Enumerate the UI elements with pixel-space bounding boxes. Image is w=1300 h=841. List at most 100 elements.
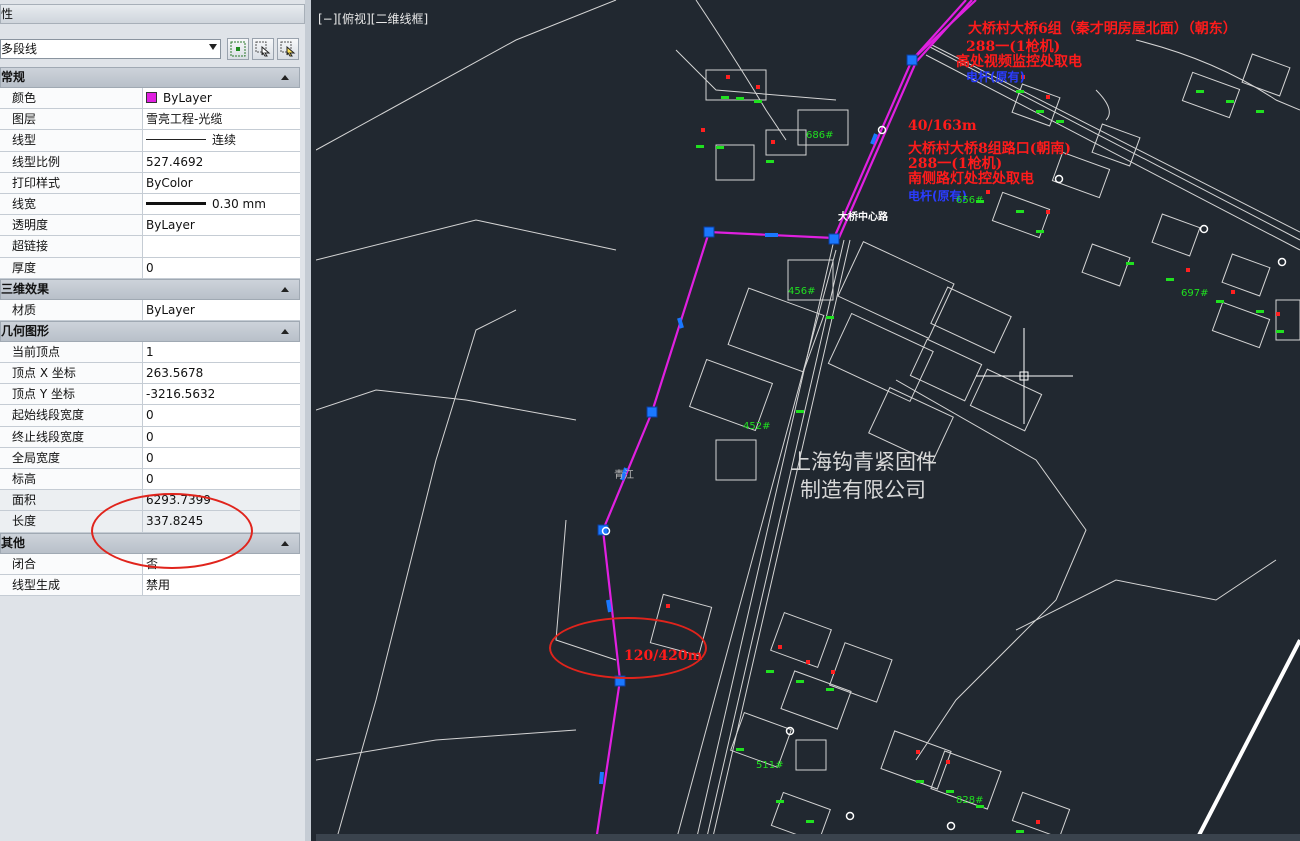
property-name: 线宽 (0, 193, 143, 215)
object-type-dropdown[interactable]: 多段线 (0, 39, 221, 59)
company-name-line1: 上海钩青紧固件 (790, 450, 937, 474)
property-name: 线型生成 (0, 574, 143, 595)
drawing-viewport[interactable]: [−][俯视][二维线框] 上海钩青紧固件 制造有限公司 大桥村大桥6组（秦才明… (316, 0, 1300, 841)
property-row[interactable]: 顶点 Y 坐标 -3216.5632 (0, 384, 300, 406)
property-name: 线型 (0, 130, 143, 151)
property-value-text: ByLayer (146, 218, 195, 233)
select-objects-button[interactable] (252, 38, 274, 60)
property-row[interactable]: 标高 0 (0, 469, 300, 491)
viewport-controls-label[interactable]: [−][俯视][二维线框] (318, 10, 428, 27)
quick-select-button[interactable] (227, 38, 249, 60)
drawing-canvas[interactable] (316, 0, 1300, 841)
property-value[interactable]: 0.30 mm (143, 194, 300, 214)
property-value[interactable]: 连续 (143, 130, 300, 150)
collapse-arrow-icon[interactable] (281, 328, 289, 334)
property-row[interactable]: 透明度 ByLayer (0, 215, 300, 237)
property-name: 材质 (0, 299, 143, 320)
property-value-text: ByLayer (163, 91, 212, 105)
property-value[interactable]: ByColor (143, 173, 300, 193)
property-name: 起始线段宽度 (0, 405, 143, 426)
property-value-text: 527.4692 (146, 154, 204, 169)
property-name: 当前顶点 (0, 341, 143, 363)
property-row[interactable]: 打印样式 ByColor (0, 172, 300, 194)
property-value[interactable]: 禁用 (143, 575, 300, 595)
property-name: 线型比例 (0, 151, 143, 172)
linetype-sample-icon (146, 139, 206, 141)
collapse-arrow-icon[interactable] (281, 540, 289, 546)
property-row[interactable]: 终止线段宽度 0 (0, 426, 300, 448)
property-value-text: 雪亮工程-光缆 (146, 112, 223, 127)
annotation-red-label: 40/163m (908, 118, 977, 134)
road-name-label: 大桥中心路 (838, 212, 888, 223)
property-row[interactable]: 厚度 0 (0, 257, 300, 279)
property-name: 顶点 Y 坐标 (0, 384, 143, 405)
category-label: 几何图形 (1, 323, 50, 338)
property-value-text: 0 (146, 260, 154, 275)
property-value-text: 0 (146, 408, 154, 423)
category-label: 其他 (1, 535, 26, 550)
property-row[interactable]: 线型 连续 (0, 130, 300, 152)
property-name: 全局宽度 (0, 447, 143, 468)
company-name-line2: 制造有限公司 (800, 478, 926, 502)
property-name: 终止线段宽度 (0, 426, 143, 447)
property-value[interactable]: 1 (143, 342, 300, 362)
annotation-red-label: 南侧路灯处控处取电 (908, 171, 1034, 187)
property-value[interactable]: 雪亮工程-光缆 (143, 109, 300, 129)
property-value[interactable]: -3216.5632 (143, 384, 300, 404)
property-value[interactable]: 0 (143, 427, 300, 447)
property-row[interactable]: 线型比例 527.4692 (0, 151, 300, 173)
company-name-text: 上海钩青紧固件 制造有限公司 (790, 448, 937, 504)
annotation-green-label: 828# (956, 795, 984, 806)
object-type-value: 多段线 (1, 42, 38, 56)
annotation-blue-label: 电杆(原有) (966, 70, 1025, 84)
property-row[interactable]: 线宽 0.30 mm (0, 193, 300, 216)
red-highlight-ellipse (549, 617, 707, 679)
toggle-pickadd-icon (280, 41, 296, 57)
property-row[interactable]: 全局宽度 0 (0, 447, 300, 469)
property-value[interactable] (143, 236, 300, 256)
property-name: 顶点 X 坐标 (0, 363, 143, 384)
property-value-text: ByColor (146, 175, 193, 190)
property-value-text: 0 (146, 450, 154, 465)
property-name: 打印样式 (0, 172, 143, 193)
annotation-green-label: 697# (1181, 288, 1209, 299)
chevron-down-icon[interactable] (209, 44, 217, 50)
collapse-arrow-icon[interactable] (281, 286, 289, 292)
property-value-text: -3216.5632 (146, 387, 216, 402)
annotation-green-label: 686# (806, 130, 834, 141)
property-value[interactable]: ByLayer (143, 300, 300, 320)
property-value[interactable]: 263.5678 (143, 363, 300, 383)
property-value[interactable]: 527.4692 (143, 152, 300, 172)
category-header[interactable]: 常规 (0, 67, 300, 88)
category-header[interactable]: 三维效果 (0, 278, 300, 300)
property-row[interactable]: 顶点 X 坐标 263.5678 (0, 363, 300, 385)
select-objects-icon (255, 41, 271, 57)
property-name: 图层 (0, 109, 143, 130)
property-value[interactable]: 0 (143, 405, 300, 425)
property-row[interactable]: 颜色 ByLayer (0, 88, 300, 110)
collapse-arrow-icon[interactable] (281, 75, 289, 80)
palette-title: 性 (0, 4, 305, 24)
property-row[interactable]: 图层 雪亮工程-光缆 (0, 109, 300, 131)
properties-palette: 性 多段线 常规 颜色 ByLayer 图层 雪亮工程-光缆 线型 连续 线型比例 527.46… (0, 0, 311, 841)
property-value[interactable]: 0 (143, 448, 300, 468)
property-value-text: ByLayer (146, 302, 195, 317)
toggle-pickadd-button[interactable] (277, 38, 299, 60)
annotation-green-label: 656# (956, 195, 984, 206)
property-row[interactable]: 线型生成 禁用 (0, 574, 300, 596)
place-name-label: 青江 (614, 470, 634, 481)
property-row[interactable]: 起始线段宽度 0 (0, 405, 300, 427)
category-header[interactable]: 几何图形 (0, 320, 300, 342)
property-value-text: 禁用 (146, 577, 171, 592)
property-value[interactable]: 0 (143, 258, 300, 278)
property-value-text: 0 (146, 429, 154, 444)
palette-scrollbar[interactable] (305, 0, 311, 841)
property-row[interactable]: 当前顶点 1 (0, 341, 300, 364)
property-value[interactable]: ByLayer (143, 88, 300, 108)
property-value[interactable]: ByLayer (143, 215, 300, 235)
annotation-red-label: 大桥村大桥6组（秦才明房屋北面）（朝东） (968, 21, 1237, 37)
property-value-text: 0.30 mm (212, 196, 266, 211)
property-row[interactable]: 超链接 (0, 236, 300, 258)
property-row[interactable]: 材质 ByLayer (0, 299, 300, 321)
property-value[interactable]: 0 (143, 469, 300, 489)
